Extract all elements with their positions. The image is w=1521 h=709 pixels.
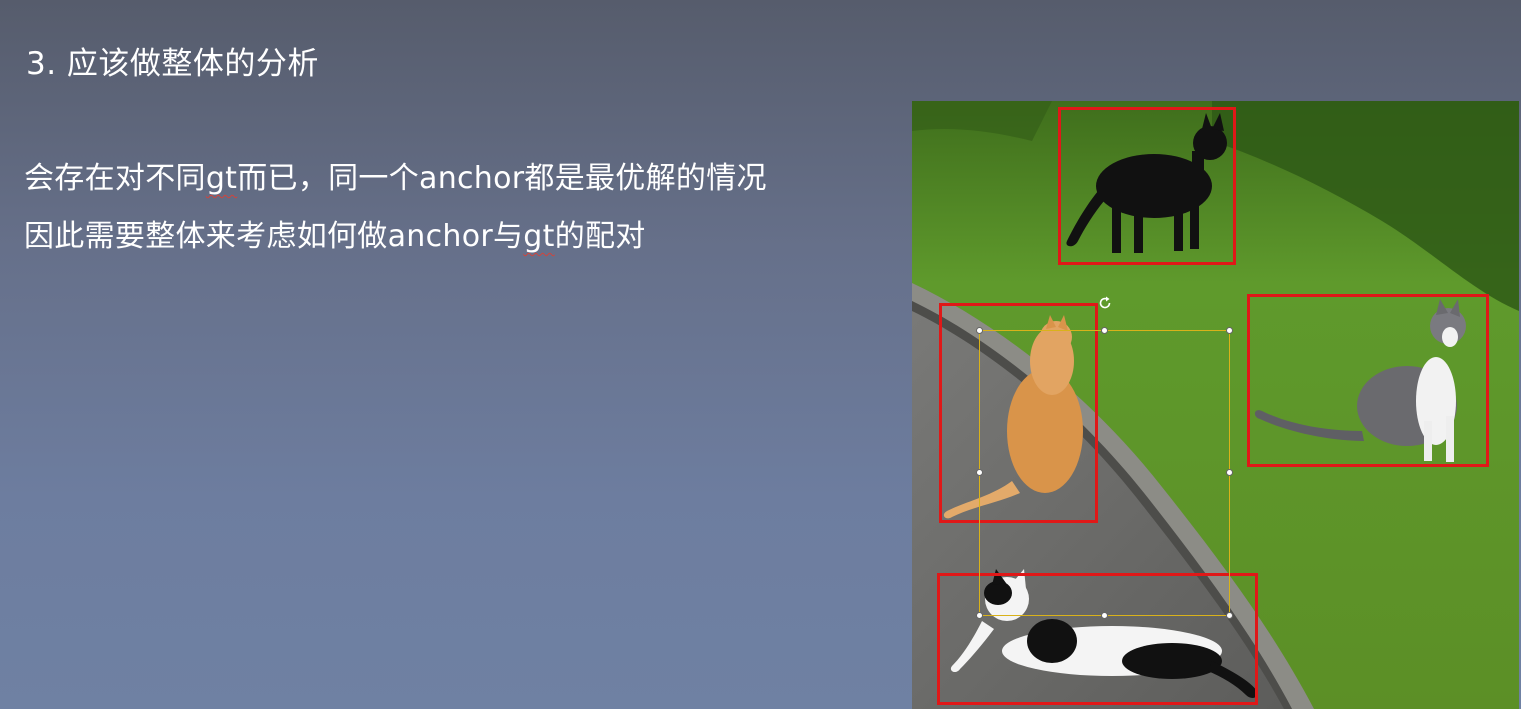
detection-box-gray-cat bbox=[1247, 294, 1489, 467]
resize-handle[interactable] bbox=[976, 327, 983, 334]
body-text: 因此需要整体来考虑如何做anchor与 bbox=[24, 219, 524, 254]
resize-handle[interactable] bbox=[1226, 612, 1233, 619]
cats-photo[interactable] bbox=[912, 101, 1519, 709]
slide-title: 3. 应该做整体的分析 bbox=[26, 46, 319, 82]
body-text: 的配对 bbox=[554, 219, 646, 254]
resize-handle[interactable] bbox=[1101, 327, 1108, 334]
rotate-handle-icon[interactable] bbox=[1097, 295, 1113, 311]
detection-box-black-cat bbox=[1058, 107, 1236, 265]
body-line-2: 因此需要整体来考虑如何做anchor与gt的配对 bbox=[24, 216, 646, 258]
resize-handle[interactable] bbox=[1101, 612, 1108, 619]
spellcheck-word[interactable]: gt bbox=[206, 161, 237, 196]
body-line-1: 会存在对不同gt而已，同一个anchor都是最优解的情况 bbox=[24, 158, 767, 200]
resize-handle[interactable] bbox=[976, 469, 983, 476]
anchor-selection-box[interactable] bbox=[979, 330, 1230, 616]
spellcheck-word[interactable]: gt bbox=[523, 219, 554, 254]
resize-handle[interactable] bbox=[1226, 327, 1233, 334]
resize-handle[interactable] bbox=[1226, 469, 1233, 476]
resize-handle[interactable] bbox=[976, 612, 983, 619]
body-text: 而已，同一个anchor都是最优解的情况 bbox=[237, 161, 767, 196]
body-text: 会存在对不同 bbox=[24, 161, 206, 196]
